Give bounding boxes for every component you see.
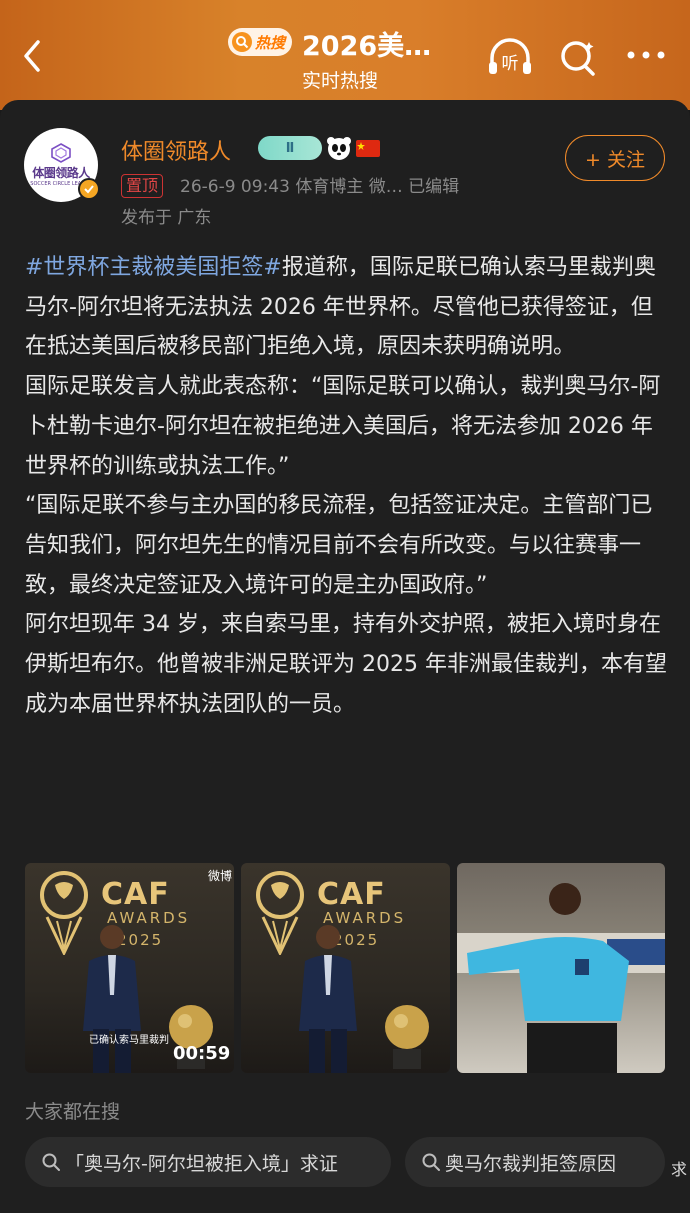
image-thumbnail-2[interactable]: CAF AWARDS 2025 <box>241 863 450 1073</box>
headphones-icon: 听 <box>489 38 531 74</box>
china-flag-icon <box>356 140 380 157</box>
hexagon-logo-icon <box>51 143 71 163</box>
back-arrow-icon <box>24 40 40 72</box>
video-thumbnail[interactable]: CAF AWARDS 2025 微博 已确认索马里裁判 00:59 <box>25 863 234 1073</box>
svg-text:听: 听 <box>502 54 519 74</box>
topic-title: 2026美… <box>302 31 432 62</box>
image-thumbnail-3[interactable] <box>457 863 665 1073</box>
verified-badge-icon <box>78 178 100 200</box>
post-meta: 26-6-9 09:43 体育博主 微… 已编辑 <box>180 177 460 197</box>
search-icon <box>422 1153 440 1171</box>
hot-search-badge: 热搜 <box>228 28 292 56</box>
topic-hashtag[interactable]: #世界杯主裁被美国拒签# <box>25 255 282 280</box>
panda-icon <box>327 137 351 160</box>
topic-subtitle: 实时热搜 <box>302 70 379 92</box>
search-icon <box>561 41 595 76</box>
level-badge-label: Ⅱ <box>285 140 295 156</box>
related-search-label: 大家都在搜 <box>25 1101 121 1123</box>
author-name[interactable]: 体圈领路人 <box>121 134 231 166</box>
top-bar: 热搜 2026美… 实时热搜 听 <box>0 0 690 110</box>
paragraph-4: 阿尔坦现年 34 岁，来自索马里，持有外交护照，被拒入境时身在伊斯坦布尔。他曾被… <box>25 612 667 717</box>
hot-badge-label: 热搜 <box>255 33 286 52</box>
search-button[interactable] <box>558 36 598 78</box>
related-search-chip-1[interactable]: 「奥马尔-阿尔坦被拒入境」求证 <box>25 1137 391 1187</box>
paragraph-3: “国际足联不参与主办国的移民流程，包括签证决定。主管部门已告知我们，阿尔坦先生的… <box>25 493 653 598</box>
pinned-badge: 置顶 <box>121 174 164 198</box>
referee-photo-image <box>457 883 665 1073</box>
video-caption: 已确认索马里裁判 <box>89 1035 169 1046</box>
related-search-chip-2-label: 奥马尔裁判拒签原因 <box>445 1152 617 1175</box>
related-search-chip-2[interactable]: 奥马尔裁判拒签原因 <box>405 1137 665 1187</box>
golden-ball-trophy-image <box>385 1005 429 1069</box>
person-in-suit-image <box>83 925 141 1073</box>
more-button[interactable] <box>624 40 670 70</box>
level-badge: Ⅱ <box>258 136 322 160</box>
caf-logo-text: CAF <box>101 877 170 912</box>
related-search-chip-3-partial[interactable]: 求 <box>671 1156 687 1180</box>
paragraph-1: #世界杯主裁被美国拒签#报道称，国际足联已确认索马里裁判奥马尔-阿尔坦将无法执法… <box>25 248 670 367</box>
related-search-chip-1-label: 「奥马尔-阿尔坦被拒入境」求证 <box>65 1152 338 1175</box>
caf-logo-text: CAF <box>317 877 386 912</box>
follow-button[interactable]: + 关注 <box>565 135 665 181</box>
weibo-watermark: 微博 <box>207 869 232 883</box>
listen-button[interactable]: 听 <box>486 36 534 78</box>
more-dots-icon <box>627 51 665 59</box>
search-icon <box>42 1153 60 1171</box>
paragraph-2: 国际足联发言人就此表态称：“国际足联可以确认，裁判奥马尔-阿卜杜勒卡迪尔-阿尔坦… <box>25 374 661 479</box>
search-flame-icon <box>232 32 252 52</box>
post-location: 发布于 广东 <box>121 208 212 228</box>
post-body: #世界杯主裁被美国拒签#报道称，国际足联已确认索马里裁判奥马尔-阿尔坦将无法执法… <box>25 248 670 724</box>
avatar-logo-text: 体圈领路人 <box>32 166 90 180</box>
back-button[interactable] <box>16 36 52 76</box>
video-duration: 00:59 <box>173 1043 231 1064</box>
person-in-suit-image <box>299 925 357 1073</box>
